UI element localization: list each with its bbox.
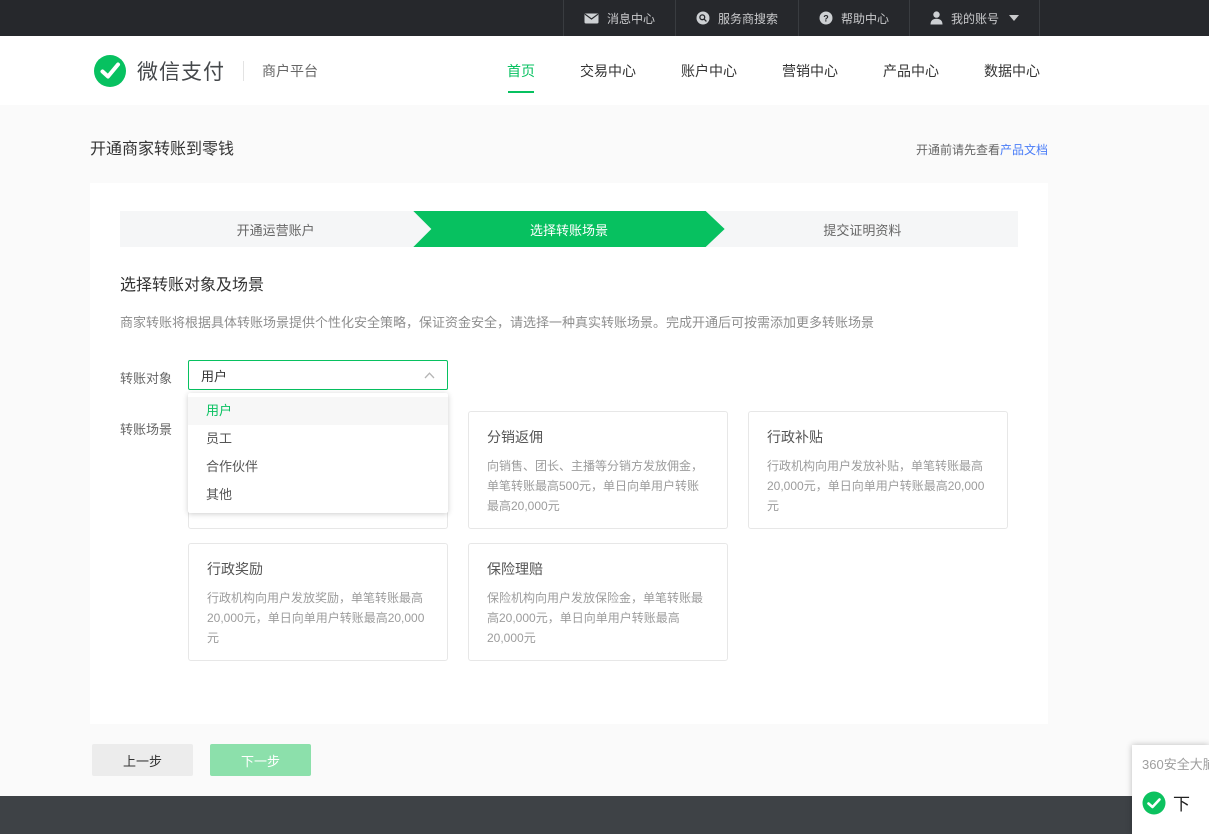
help-center-label: 帮助中心 xyxy=(841,10,889,27)
search-icon xyxy=(696,11,710,25)
page-title: 开通商家转账到零钱 xyxy=(90,135,234,159)
help-center-item[interactable]: ? 帮助中心 xyxy=(798,0,909,36)
scene-form: 转账对象 用户 用户 员工 合作伙伴 其他 xyxy=(120,360,1018,661)
my-account-label: 我的账号 xyxy=(951,10,999,27)
transfer-target-value: 用户 xyxy=(201,366,227,385)
main-content: 开通商家转账到零钱 开通前请先查看 产品文档 开通运营账户 选择转账场景 提交证… xyxy=(0,105,1209,776)
scene-title: 保险理赔 xyxy=(487,559,709,579)
page-title-row: 开通商家转账到零钱 开通前请先查看 产品文档 xyxy=(90,135,1048,159)
next-step-button[interactable]: 下一步 xyxy=(210,744,311,776)
main-nav: 首页 交易中心 账户中心 营销中心 产品中心 数据中心 xyxy=(507,61,1209,81)
main-header: 微信支付 商户平台 首页 交易中心 账户中心 营销中心 产品中心 数据中心 xyxy=(0,36,1209,105)
wizard-buttons: 上一步 下一步 xyxy=(92,744,1209,776)
scene-desc: 行政机构向用户发放补贴，单笔转账最高20,000元，单日向单用户转账最高20,0… xyxy=(767,456,989,516)
scene-title: 分销返佣 xyxy=(487,427,709,447)
user-icon xyxy=(930,11,943,25)
help-icon: ? xyxy=(819,11,833,25)
message-center-label: 消息中心 xyxy=(607,10,655,27)
dropdown-option-user[interactable]: 用户 xyxy=(188,397,448,425)
scene-title: 行政奖励 xyxy=(207,559,429,579)
my-account-item[interactable]: 我的账号 xyxy=(909,0,1040,36)
security-popup[interactable]: 360安全大脑 下 xyxy=(1132,745,1209,834)
brand-name: 微信支付 xyxy=(137,56,225,86)
scene-desc: 向销售、团长、主播等分销方发放佣金，单笔转账最高500元，单日向单用户转账最高2… xyxy=(487,456,709,516)
transfer-target-label: 转账对象 xyxy=(120,360,188,390)
scene-card-distribution-commission[interactable]: 分销返佣 向销售、团长、主播等分销方发放佣金，单笔转账最高500元，单日向单用户… xyxy=(468,411,728,529)
security-popup-title: 360安全大脑 xyxy=(1142,754,1209,773)
setup-card: 开通运营账户 选择转账场景 提交证明资料 选择转账对象及场景 商家转账将根据具体… xyxy=(90,183,1048,724)
scene-desc: 行政机构向用户发放奖励，单笔转账最高20,000元，单日向单用户转账最高20,0… xyxy=(207,588,429,648)
product-doc-link[interactable]: 产品文档 xyxy=(1000,141,1048,158)
previous-step-button[interactable]: 上一步 xyxy=(92,744,193,776)
message-center-item[interactable]: 消息中心 xyxy=(563,0,675,36)
step-open-account: 开通运营账户 xyxy=(120,211,431,247)
transfer-target-dropdown: 用户 员工 合作伙伴 其他 xyxy=(188,393,448,513)
scene-title: 行政补贴 xyxy=(767,427,989,447)
scene-card-insurance-claim[interactable]: 保险理赔 保险机构向用户发放保险金，单笔转账最高20,000元，单日向单用户转账… xyxy=(468,543,728,661)
provider-search-item[interactable]: 服务商搜索 xyxy=(675,0,798,36)
scene-desc: 保险机构向用户发放保险金，单笔转账最高20,000元，单日向单用户转账最高20,… xyxy=(487,588,709,648)
transfer-target-select-wrap: 用户 用户 员工 合作伙伴 其他 xyxy=(188,360,448,390)
section-description: 商家转账将根据具体转账场景提供个性化安全策略，保证资金安全，请选择一种真实转账场… xyxy=(120,312,1018,331)
step-select-scene: 选择转账场景 xyxy=(413,211,724,247)
svg-text:?: ? xyxy=(823,13,829,23)
top-utility-bar: 消息中心 服务商搜索 ? 帮助中心 我的账号 xyxy=(0,0,1209,36)
check-circle-icon xyxy=(1142,791,1166,815)
header-divider xyxy=(243,61,244,81)
doc-hint-text: 开通前请先查看 xyxy=(916,141,1000,158)
dropdown-option-partner[interactable]: 合作伙伴 xyxy=(188,453,448,481)
step-submit-proof: 提交证明资料 xyxy=(707,211,1018,247)
mail-icon xyxy=(584,13,599,24)
security-popup-row: 下 xyxy=(1142,790,1209,815)
security-popup-action-text: 下 xyxy=(1173,790,1190,815)
nav-item-trade-center[interactable]: 交易中心 xyxy=(580,61,636,81)
nav-item-marketing-center[interactable]: 营销中心 xyxy=(782,61,838,81)
scene-card-admin-subsidy[interactable]: 行政补贴 行政机构向用户发放补贴，单笔转账最高20,000元，单日向单用户转账最… xyxy=(748,411,1008,529)
chevron-up-icon xyxy=(424,372,435,379)
dropdown-option-employee[interactable]: 员工 xyxy=(188,425,448,453)
nav-item-product-center[interactable]: 产品中心 xyxy=(883,61,939,81)
nav-item-home[interactable]: 首页 xyxy=(507,61,535,81)
footer-bar xyxy=(0,796,1209,834)
nav-item-account-center[interactable]: 账户中心 xyxy=(681,61,737,81)
scene-card-admin-reward[interactable]: 行政奖励 行政机构向用户发放奖励，单笔转账最高20,000元，单日向单用户转账最… xyxy=(188,543,448,661)
wechat-pay-logo-icon xyxy=(93,54,127,88)
brand-logo-group[interactable]: 微信支付 xyxy=(93,54,225,88)
section-heading: 选择转账对象及场景 xyxy=(120,271,1018,295)
transfer-target-row: 转账对象 用户 用户 员工 合作伙伴 其他 xyxy=(120,360,1018,390)
chevron-down-icon xyxy=(1009,15,1019,21)
platform-subtitle: 商户平台 xyxy=(262,61,318,81)
provider-search-label: 服务商搜索 xyxy=(718,10,778,27)
dropdown-option-other[interactable]: 其他 xyxy=(188,481,448,509)
transfer-target-select[interactable]: 用户 xyxy=(188,360,448,390)
transfer-scene-label: 转账场景 xyxy=(120,411,188,661)
nav-item-data-center[interactable]: 数据中心 xyxy=(984,61,1040,81)
steps-bar: 开通运营账户 选择转账场景 提交证明资料 xyxy=(120,211,1018,247)
